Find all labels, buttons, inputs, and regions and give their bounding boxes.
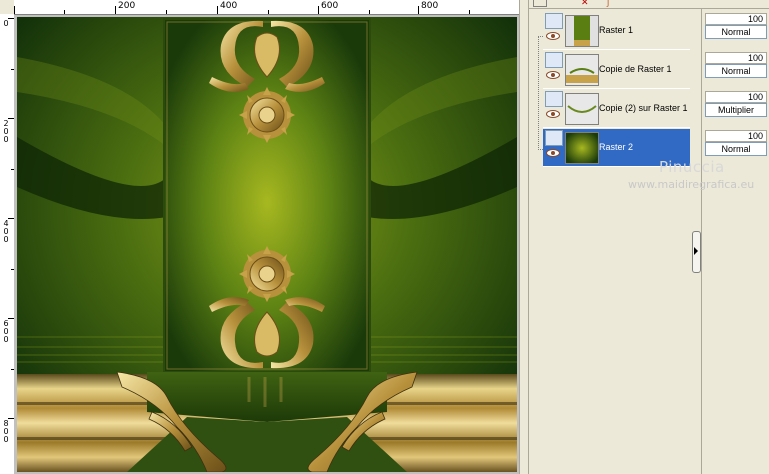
layers-palette: ✕ ∫ Raster 1 100 Normal Copie de Raster … [528, 0, 769, 474]
layer-row-copie-2-sur-raster-1[interactable]: Copie (2) sur Raster 1 [543, 90, 690, 128]
layer-visibility-toggle-icon[interactable] [545, 13, 563, 29]
layer-name: Copie de Raster 1 [599, 64, 672, 74]
ruler-label-200: 200 [118, 1, 136, 11]
layer-visibility-toggle-icon[interactable] [545, 91, 563, 107]
opacity-slider[interactable]: 100 [705, 13, 767, 25]
layer-row-raster-1[interactable]: Raster 1 [543, 12, 690, 50]
ruler-label-v0: 0 [3, 19, 9, 28]
layer-thumbnail [565, 93, 599, 125]
layer-name: Raster 2 [599, 142, 634, 152]
chevron-right-icon [694, 247, 698, 255]
layer-thumbnail [565, 54, 599, 86]
ruler-label-400: 400 [220, 1, 238, 11]
opacity-slider[interactable]: 100 [705, 52, 767, 64]
opacity-value: 100 [747, 14, 763, 24]
properties-divider [701, 8, 702, 474]
blend-mode-dropdown[interactable]: Normal [705, 142, 767, 156]
ruler-label-v200: 200 [3, 119, 9, 144]
ruler-label-v400: 400 [3, 219, 9, 244]
layer-properties-copie-2-sur-raster-1: 100 Multiplier [705, 90, 768, 125]
artwork [17, 17, 517, 472]
blend-mode-dropdown[interactable]: Normal [705, 25, 767, 39]
watermark-name: Pinuccia [659, 158, 725, 176]
canvas-image[interactable] [17, 17, 517, 472]
layer-thumbnail [565, 132, 599, 164]
brush-icon[interactable]: ∫ [607, 0, 609, 7]
layer-name: Copie (2) sur Raster 1 [599, 103, 688, 113]
layer-row-copie-de-raster-1[interactable]: Copie de Raster 1 [543, 51, 690, 89]
ruler-label-600: 600 [321, 1, 339, 11]
layer-name: Raster 1 [599, 25, 634, 35]
vertical-ruler: 0 200 400 600 800 [0, 14, 15, 474]
eye-icon[interactable] [546, 110, 560, 118]
ruler-label-v600: 600 [3, 319, 9, 344]
eye-icon[interactable] [546, 32, 560, 40]
eye-icon[interactable] [546, 71, 560, 79]
eye-icon[interactable] [546, 149, 560, 157]
watermark-url: www.maidiregrafica.eu [628, 178, 755, 191]
ruler-label-800: 800 [421, 1, 439, 11]
canvas-workspace: 200 400 600 800 0 200 400 600 800 [0, 0, 528, 474]
layers-toolbar: ✕ ∫ [529, 0, 769, 9]
opacity-slider[interactable]: 100 [705, 91, 767, 103]
vertical-scrollbar[interactable] [519, 0, 528, 474]
opacity-value: 100 [747, 92, 763, 102]
layer-visibility-toggle-icon[interactable] [545, 130, 563, 146]
layer-thumbnail [565, 15, 599, 47]
palette-collapse-handle[interactable] [692, 231, 701, 273]
layer-properties-copie-de-raster-1: 100 Normal [705, 51, 768, 86]
blend-mode-dropdown[interactable]: Multiplier [705, 103, 767, 117]
opacity-slider[interactable]: 100 [705, 130, 767, 142]
ruler-label-v800: 800 [3, 419, 9, 444]
new-layer-icon[interactable] [533, 0, 547, 7]
opacity-value: 100 [747, 131, 763, 141]
opacity-value: 100 [747, 53, 763, 63]
layer-properties-raster-1: 100 Normal [705, 12, 768, 47]
layer-visibility-toggle-icon[interactable] [545, 52, 563, 68]
horizontal-ruler: 200 400 600 800 [14, 0, 519, 15]
blend-mode-dropdown[interactable]: Normal [705, 64, 767, 78]
delete-layer-icon[interactable]: ✕ [581, 0, 589, 8]
